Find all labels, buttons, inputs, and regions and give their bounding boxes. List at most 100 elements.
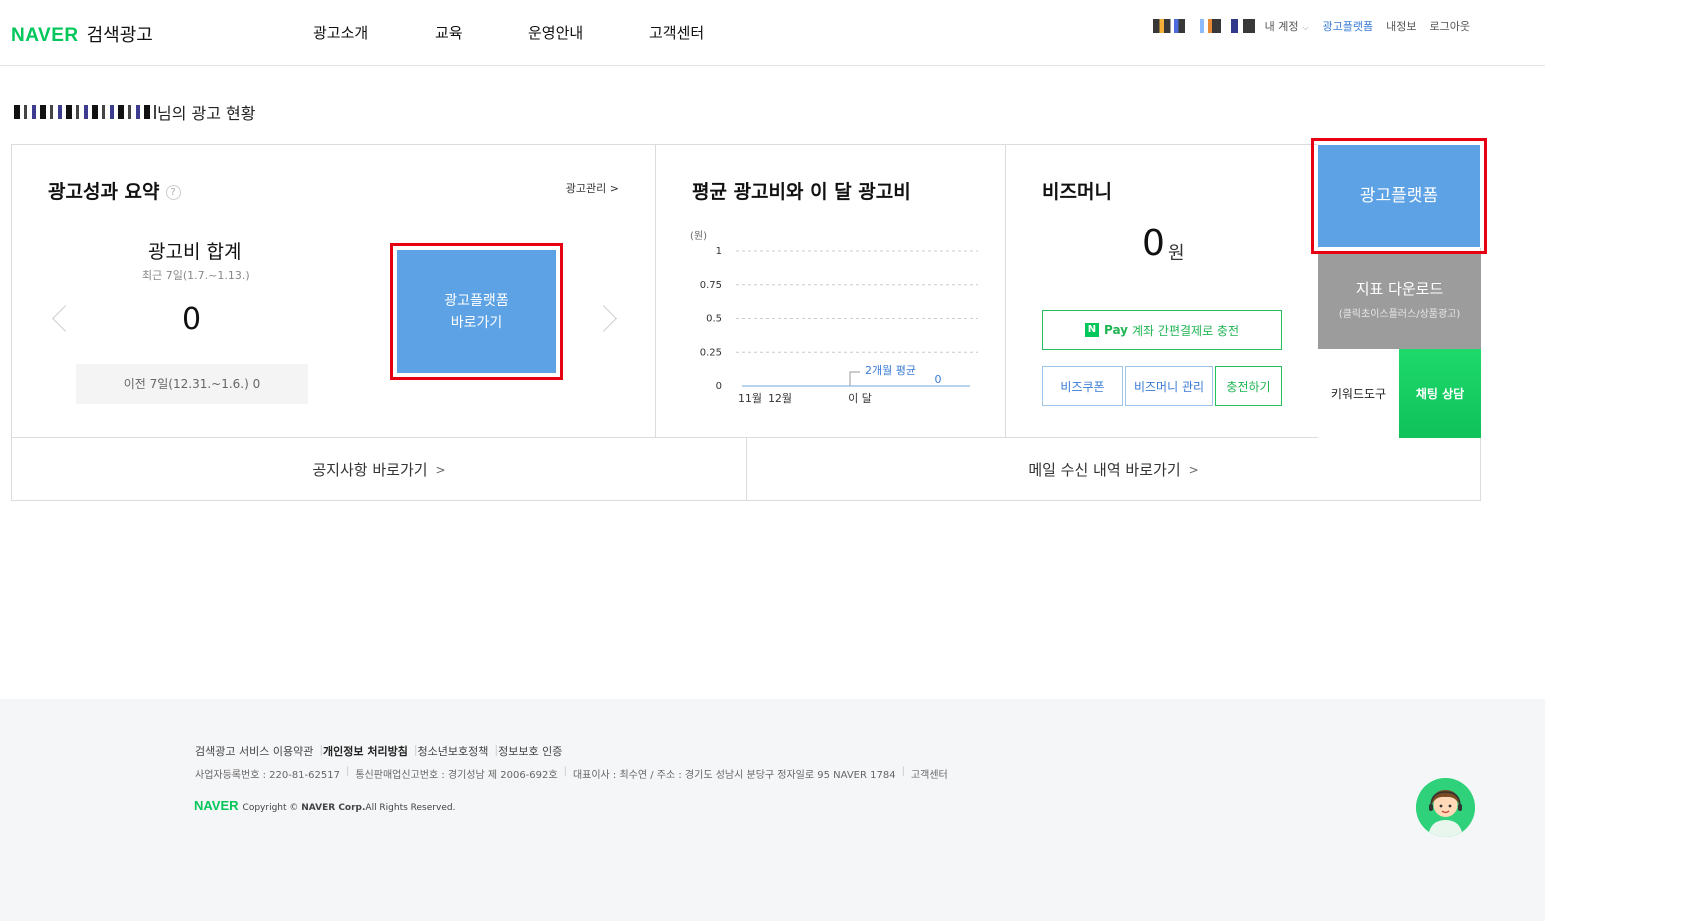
- bizmoney-value: 0: [1142, 223, 1165, 264]
- nav-item-customer-center[interactable]: 고객센터: [649, 22, 704, 43]
- footer-customer-center[interactable]: 고객센터: [911, 766, 948, 781]
- y-tick-label: 0.25: [700, 347, 722, 358]
- page-title-text: 님의 광고 현황: [157, 104, 256, 123]
- y-tick-label: 0: [716, 381, 722, 392]
- masked-user-name: [14, 105, 156, 119]
- previous-period-value: 이전 7일(12.31.~1.6.) 0: [76, 364, 308, 404]
- cost-chart-svg: (원) 1 0.75 0.5 0.25 0 11월 12월 이 달 2개월 평균 0: [690, 230, 978, 405]
- pay-word: Pay: [1103, 323, 1129, 337]
- top-header: NAVER 검색광고 광고소개 교육 운영안내 고객센터 내 계정 ⌵ 광고플랫폼…: [0, 0, 1545, 66]
- chevron-right-icon: >: [435, 462, 446, 477]
- masked-user-id-3: [1230, 19, 1255, 33]
- npay-charge-label: 계좌 간편결제로 충전: [1132, 323, 1240, 338]
- annotation-leader: [849, 371, 860, 386]
- footer-company-info: 사업자등록번호 : 220-81-62517 | 통신판매업신고번호 : 경기성남…: [195, 766, 948, 781]
- y-tick-label: 0.75: [700, 280, 722, 291]
- ceo-address: 대표이사 : 최수연 / 주소 : 경기도 성남시 분당구 정자일로 95 NA…: [572, 770, 896, 781]
- utility-menu: 내 계정 ⌵ 광고플랫폼 내정보 로그아웃: [1152, 18, 1483, 34]
- npay-icon: N: [1084, 323, 1099, 337]
- nav-item-operation-guide[interactable]: 운영안내: [528, 22, 583, 43]
- ad-management-link[interactable]: 광고관리 >: [566, 180, 619, 196]
- npay-charge-button[interactable]: N Pay 계좌 간편결제로 충전: [1042, 310, 1282, 350]
- biz-coupon-button[interactable]: 비즈쿠폰: [1042, 366, 1123, 406]
- index-download-button[interactable]: 지표 다운로드 (클릭초이스플러스/상품광고): [1318, 254, 1481, 349]
- page-title: 님의 광고 현황: [14, 100, 256, 124]
- go-to-ad-platform-line2: 바로가기: [450, 314, 503, 331]
- naver-searchad-logo[interactable]: NAVER 검색광고: [11, 21, 153, 47]
- masked-user-id: [1152, 19, 1185, 33]
- logo-service: 검색광고: [86, 25, 153, 46]
- x-tick-label: 11월: [738, 392, 762, 405]
- side-ad-platform-label: 광고플랫폼: [1359, 186, 1439, 206]
- footer-link-youth[interactable]: 청소년보호정책: [418, 743, 489, 759]
- x-tick-label: 이 달: [848, 392, 872, 405]
- copyright-pre: Copyright ©: [242, 803, 302, 813]
- footer-copyright: NAVER Copyright © NAVER Corp.All Rights …: [194, 798, 455, 813]
- copyright-post: All Rights Reserved.: [365, 803, 456, 813]
- chevron-left-icon[interactable]: [52, 303, 66, 333]
- highlight-frame: 광고플랫폼 바로가기: [390, 243, 563, 380]
- header-platform-link[interactable]: 광고플랫폼: [1323, 18, 1374, 34]
- y-tick-label: 1: [716, 246, 722, 257]
- my-account-label: 내 계정: [1264, 20, 1299, 33]
- y-axis-unit-label: (원): [690, 230, 707, 242]
- mail-history-link-label: 메일 수신 내역 바로가기: [1028, 461, 1181, 479]
- logout-link[interactable]: 로그아웃: [1430, 18, 1470, 34]
- nav-item-education[interactable]: 교육: [435, 22, 463, 43]
- logo-brand: NAVER: [11, 25, 79, 46]
- mail-history-link[interactable]: 메일 수신 내역 바로가기 >: [747, 437, 1480, 501]
- help-icon[interactable]: ?: [165, 185, 181, 200]
- divider: |: [345, 766, 350, 777]
- go-to-ad-platform-line1: 광고플랫폼: [444, 292, 509, 309]
- x-tick-label: 12월: [768, 392, 792, 405]
- keyword-tool-button[interactable]: 키워드도구: [1318, 349, 1399, 438]
- current-value-label: 0: [935, 373, 942, 386]
- chat-consult-button[interactable]: 채팅 상담: [1399, 349, 1481, 438]
- ad-cost-total-value: 0: [182, 302, 202, 337]
- bizmoney-title: 비즈머니: [1042, 181, 1112, 203]
- masked-user-id-2: [1194, 19, 1221, 33]
- dashboard-panel: 광고성과 요약? 광고관리 > 광고비 합계 최근 7일(1.7.~1.13.)…: [11, 144, 1481, 501]
- ecommerce-number: 통신판매업신고번호 : 경기성남 제 2006-692호: [355, 770, 558, 781]
- average-cost-chart-panel: 평균 광고비와 이 달 광고비 (원) 1 0.75 0.5 0.25 0 11월 12월 이 …: [656, 145, 1006, 437]
- notice-link[interactable]: 공지사항 바로가기 >: [12, 437, 747, 501]
- bizmoney-unit: 원: [1168, 243, 1185, 264]
- ad-performance-summary: 광고성과 요약? 광고관리 > 광고비 합계 최근 7일(1.7.~1.13.)…: [12, 145, 656, 437]
- nav-item-ad-intro[interactable]: 광고소개: [313, 22, 368, 43]
- footer-link-security-cert[interactable]: 정보보호 인증: [498, 743, 562, 759]
- summary-title: 광고성과 요약?: [48, 177, 181, 204]
- avatar-illustration: [1416, 778, 1475, 837]
- footer-naver-logo: NAVER: [194, 798, 239, 813]
- footer-link-terms[interactable]: 검색광고 서비스 이용약관: [195, 743, 313, 759]
- chevron-down-icon: ⌵: [1302, 23, 1309, 32]
- chatbot-avatar-icon[interactable]: [1416, 778, 1475, 837]
- go-to-ad-platform-button[interactable]: 광고플랫폼 바로가기: [396, 249, 557, 374]
- side-ad-platform-button[interactable]: 광고플랫폼: [1317, 144, 1481, 248]
- copyright-text: Copyright © NAVER Corp.All Rights Reserv…: [243, 803, 456, 813]
- cost-chart: (원) 1 0.75 0.5 0.25 0 11월 12월 이 달 2개월 평균 0: [688, 227, 988, 407]
- notice-link-label: 공지사항 바로가기: [312, 461, 428, 479]
- bizmoney-manage-button[interactable]: 비즈머니 관리: [1125, 366, 1213, 406]
- my-info-link[interactable]: 내정보: [1386, 18, 1416, 34]
- chevron-right-icon[interactable]: [602, 303, 616, 333]
- highlight-frame-side: 광고플랫폼: [1311, 138, 1487, 254]
- ad-cost-period: 최근 7일(1.7.~1.13.): [142, 269, 250, 282]
- average-annotation: 2개월 평균: [865, 364, 916, 377]
- index-download-sub: (클릭초이스플러스/상품광고): [1338, 309, 1461, 320]
- footer: 검색광고 서비스 이용약관 | 개인정보 처리방침 | 청소년보호정책 | 정보보호 …: [0, 699, 1545, 921]
- footer-links: 검색광고 서비스 이용약관 | 개인정보 처리방침 | 청소년보호정책 | 정보보호 …: [195, 743, 562, 759]
- divider: |: [901, 766, 905, 777]
- charge-button[interactable]: 충전하기: [1215, 366, 1282, 406]
- copyright-corp: NAVER Corp.: [301, 803, 366, 813]
- index-download-label: 지표 다운로드: [1355, 280, 1444, 298]
- business-number: 사업자등록번호 : 220-81-62517: [195, 770, 340, 781]
- chart-title: 평균 광고비와 이 달 광고비: [692, 181, 911, 203]
- bizmoney-panel: 비즈머니 0 원 N Pay 계좌 간편결제로 충전 비즈쿠폰 비즈머니 관리 …: [1006, 145, 1319, 437]
- chevron-right-icon: >: [1188, 462, 1199, 477]
- y-tick-label: 0.5: [706, 314, 722, 325]
- divider: |: [563, 766, 567, 777]
- my-account-dropdown[interactable]: 내 계정 ⌵: [1265, 18, 1309, 34]
- summary-title-text: 광고성과 요약: [48, 181, 160, 203]
- footer-link-privacy[interactable]: 개인정보 처리방침: [323, 743, 408, 759]
- ad-cost-total-label: 광고비 합계: [148, 241, 242, 263]
